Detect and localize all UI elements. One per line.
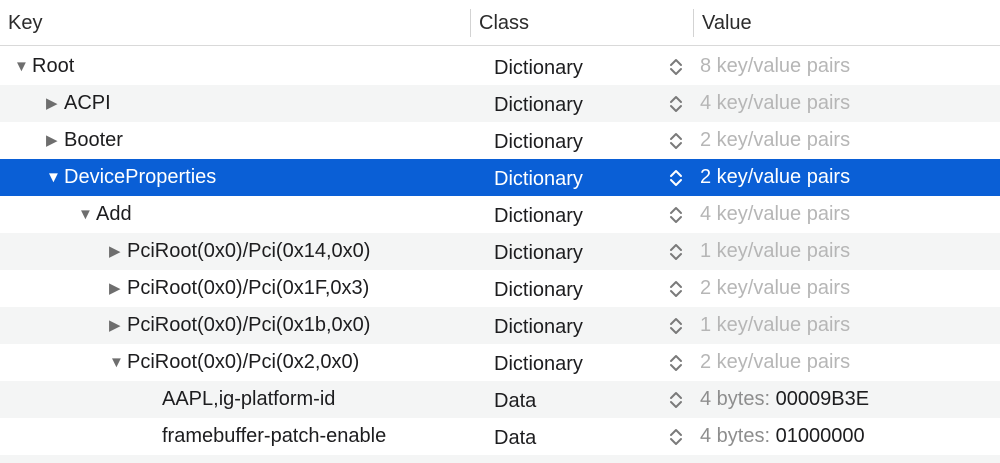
value-cell[interactable]: 2 key/value pairs [700, 270, 850, 307]
column-header-key[interactable]: Key [8, 0, 42, 46]
table-row[interactable]: ▼ Add Dictionary 4 key/value pairs [0, 196, 1000, 233]
value-cell[interactable]: 4 bytes: 00009B3E [700, 381, 869, 418]
column-header: Key Class Value [0, 0, 1000, 46]
key-cell: framebuffer-patch-enable [162, 418, 386, 455]
class-cell[interactable]: Dictionary [494, 233, 583, 270]
key-label: ACPI [64, 92, 111, 114]
disclosure-collapsed-icon[interactable]: ▶ [109, 307, 127, 344]
table-row[interactable]: framebuffer-patch-enable Data 4 bytes: 0… [0, 418, 1000, 455]
empty-row-strip [0, 455, 1000, 463]
disclosure-expanded-icon[interactable]: ▼ [14, 48, 32, 85]
up-down-chevron-icon[interactable] [667, 390, 685, 410]
value-byte-count: 4 bytes: [700, 425, 771, 447]
plist-editor: Key Class Value ▼ Root Dictionary 8 key/v… [0, 0, 1000, 463]
value-cell[interactable]: 4 key/value pairs [700, 196, 850, 233]
table-row[interactable]: ▶ ACPI Dictionary 4 key/value pairs [0, 85, 1000, 122]
table-row[interactable]: AAPL,ig-platform-id Data 4 bytes: 00009B… [0, 381, 1000, 418]
table-row[interactable]: ▶ PciRoot(0x0)/Pci(0x1b,0x0) Dictionary 1… [0, 307, 1000, 344]
disclosure-expanded-icon[interactable]: ▼ [46, 159, 64, 196]
outline-rows: ▼ Root Dictionary 8 key/value pairs ▶ ACPI… [0, 48, 1000, 455]
disclosure-collapsed-icon[interactable]: ▶ [109, 233, 127, 270]
disclosure-expanded-icon[interactable]: ▼ [78, 196, 96, 233]
key-cell: ▼ PciRoot(0x0)/Pci(0x2,0x0) [109, 344, 359, 381]
value-cell[interactable]: 1 key/value pairs [700, 307, 850, 344]
up-down-chevron-icon[interactable] [667, 242, 685, 262]
class-cell[interactable]: Dictionary [494, 196, 583, 233]
key-cell: ▶ PciRoot(0x0)/Pci(0x1b,0x0) [109, 307, 370, 344]
key-label: PciRoot(0x0)/Pci(0x1F,0x3) [127, 277, 370, 299]
column-header-value[interactable]: Value [702, 0, 752, 46]
class-cell[interactable]: Dictionary [494, 48, 583, 85]
up-down-chevron-icon[interactable] [667, 57, 685, 77]
up-down-chevron-icon[interactable] [667, 205, 685, 225]
key-label: Booter [64, 129, 123, 151]
up-down-chevron-icon[interactable] [667, 353, 685, 373]
key-label: Add [96, 203, 132, 225]
up-down-chevron-icon[interactable] [667, 168, 685, 188]
table-row[interactable]: ▶ PciRoot(0x0)/Pci(0x1F,0x3) Dictionary 2… [0, 270, 1000, 307]
table-row[interactable]: ▼ Root Dictionary 8 key/value pairs [0, 48, 1000, 85]
key-label: framebuffer-patch-enable [162, 425, 387, 447]
up-down-chevron-icon[interactable] [667, 427, 685, 447]
up-down-chevron-icon[interactable] [667, 316, 685, 336]
key-label: DeviceProperties [64, 166, 217, 188]
key-cell: ▼ Add [78, 196, 132, 233]
table-row[interactable]: ▼ PciRoot(0x0)/Pci(0x2,0x0) Dictionary 2 … [0, 344, 1000, 381]
class-cell[interactable]: Dictionary [494, 85, 583, 122]
value-cell[interactable]: 2 key/value pairs [700, 122, 850, 159]
class-cell[interactable]: Dictionary [494, 344, 583, 381]
class-cell[interactable]: Dictionary [494, 122, 583, 159]
key-label: PciRoot(0x0)/Pci(0x1b,0x0) [127, 314, 371, 336]
disclosure-collapsed-icon[interactable]: ▶ [46, 122, 64, 159]
key-cell: ▶ PciRoot(0x0)/Pci(0x1F,0x3) [109, 270, 369, 307]
column-divider[interactable] [693, 9, 694, 37]
disclosure-collapsed-icon[interactable]: ▶ [109, 270, 127, 307]
value-cell[interactable]: 4 key/value pairs [700, 85, 850, 122]
value-cell[interactable]: 8 key/value pairs [700, 48, 850, 85]
disclosure-collapsed-icon[interactable]: ▶ [46, 85, 64, 122]
value-cell[interactable]: 1 key/value pairs [700, 233, 850, 270]
value-cell[interactable]: 2 key/value pairs [700, 159, 850, 196]
table-row[interactable]: ▶ Booter Dictionary 2 key/value pairs [0, 122, 1000, 159]
key-cell: ▶ ACPI [46, 85, 111, 122]
up-down-chevron-icon[interactable] [667, 279, 685, 299]
value-hex-data[interactable]: 00009B3E [776, 388, 869, 410]
up-down-chevron-icon[interactable] [667, 131, 685, 151]
key-label: Root [32, 55, 75, 77]
key-cell: AAPL,ig-platform-id [162, 381, 335, 418]
key-label: PciRoot(0x0)/Pci(0x2,0x0) [127, 351, 360, 373]
column-divider[interactable] [470, 9, 471, 37]
table-row[interactable]: ▶ PciRoot(0x0)/Pci(0x14,0x0) Dictionary 1… [0, 233, 1000, 270]
value-cell[interactable]: 4 bytes: 01000000 [700, 418, 865, 455]
class-cell[interactable]: Data [494, 381, 536, 418]
table-row-selected[interactable]: ▼ DeviceProperties Dictionary 2 key/value… [0, 159, 1000, 196]
disclosure-expanded-icon[interactable]: ▼ [109, 344, 127, 381]
class-cell[interactable]: Dictionary [494, 270, 583, 307]
value-hex-data[interactable]: 01000000 [776, 425, 865, 447]
key-label: PciRoot(0x0)/Pci(0x14,0x0) [127, 240, 371, 262]
key-cell: ▼ Root [14, 48, 74, 85]
column-header-class[interactable]: Class [479, 0, 529, 46]
class-cell[interactable]: Data [494, 418, 536, 455]
key-cell: ▼ DeviceProperties [46, 159, 216, 196]
value-byte-count: 4 bytes: [700, 388, 771, 410]
value-cell[interactable]: 2 key/value pairs [700, 344, 850, 381]
key-label: AAPL,ig-platform-id [162, 388, 336, 410]
key-cell: ▶ Booter [46, 122, 123, 159]
up-down-chevron-icon[interactable] [667, 94, 685, 114]
class-cell[interactable]: Dictionary [494, 307, 583, 344]
class-cell[interactable]: Dictionary [494, 159, 583, 196]
key-cell: ▶ PciRoot(0x0)/Pci(0x14,0x0) [109, 233, 370, 270]
